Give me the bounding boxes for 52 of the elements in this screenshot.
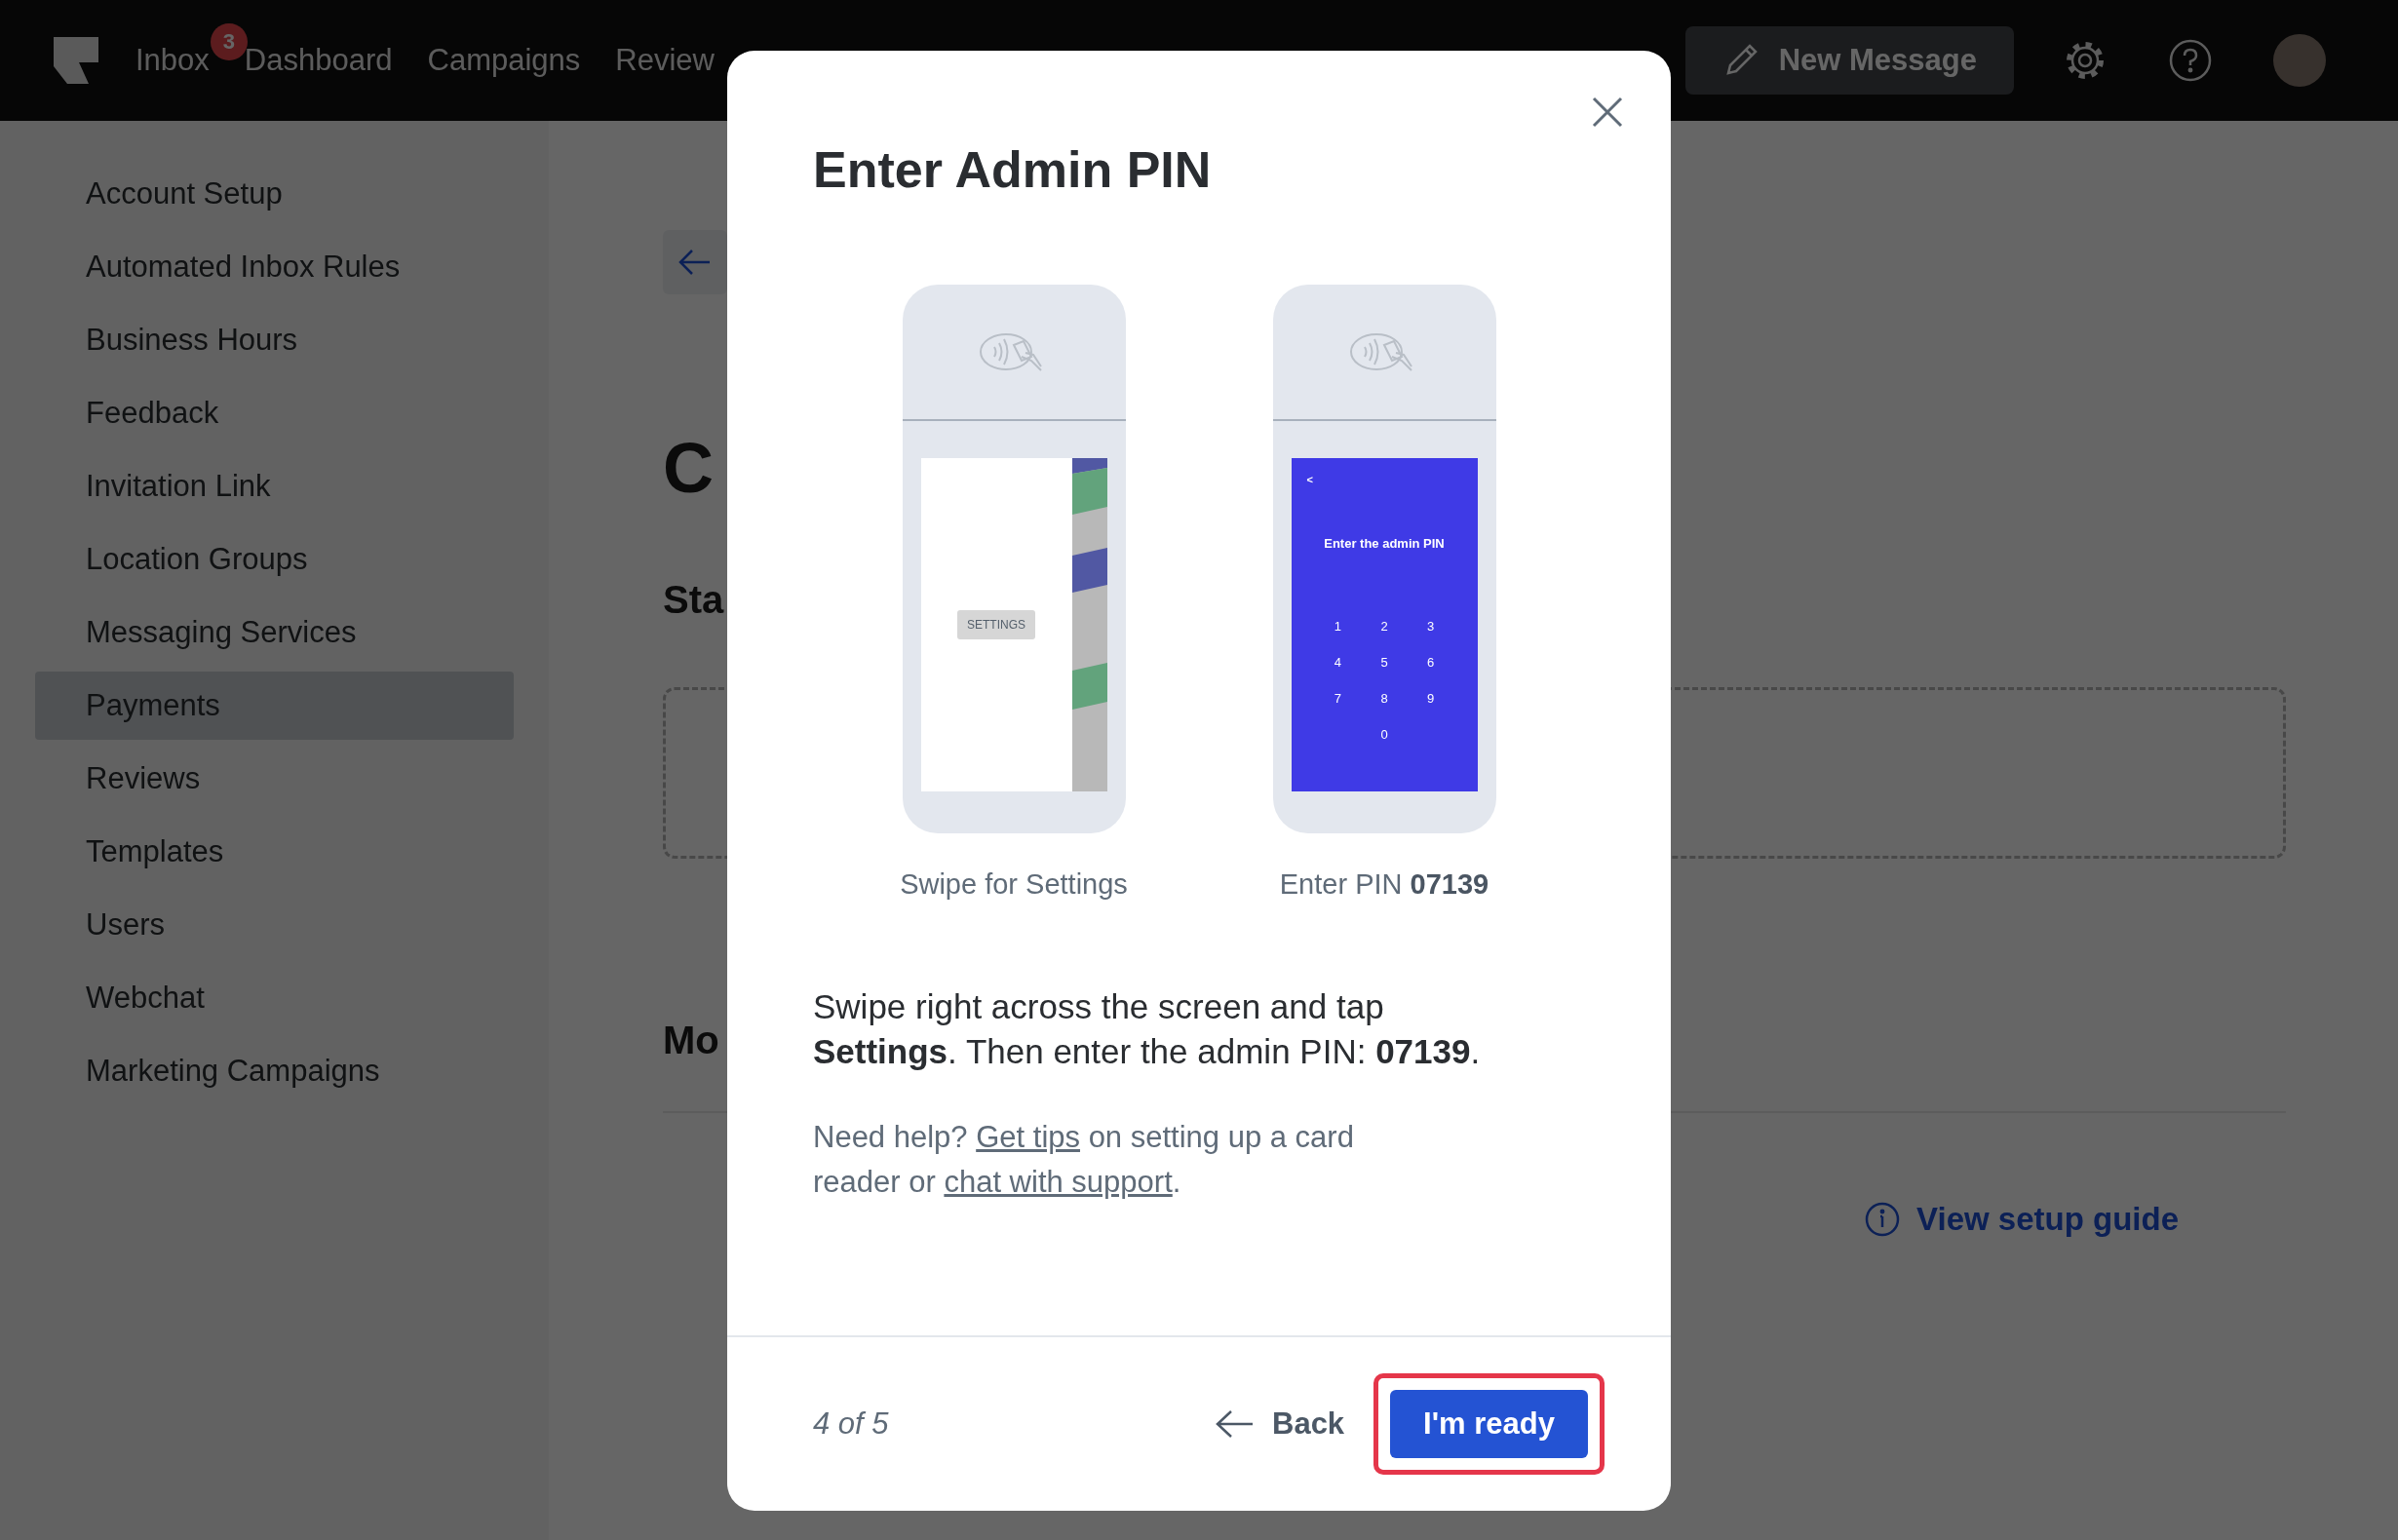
keypad-key: 5 bbox=[1361, 655, 1408, 670]
instruction-text: Swipe right across the screen and tap Settings. Then enter the admin PIN: 07139. bbox=[813, 986, 1482, 1072]
keypad-key: 7 bbox=[1314, 691, 1362, 706]
arrow-left-icon bbox=[1216, 1408, 1255, 1440]
keypad-key: 9 bbox=[1407, 691, 1454, 706]
setup-guide-link[interactable]: View setup guide bbox=[1864, 1201, 2179, 1238]
sidebar-item[interactable]: Users bbox=[35, 891, 514, 959]
page-heading: C bbox=[663, 428, 714, 508]
dialog-title: Enter Admin PIN bbox=[813, 140, 1213, 199]
sidebar-item[interactable]: Payments bbox=[35, 672, 514, 740]
keypad-key: 2 bbox=[1361, 619, 1408, 634]
sidebar-item[interactable]: Automated Inbox Rules bbox=[35, 233, 514, 301]
screen-back-label: < bbox=[1306, 474, 1314, 485]
nav-link[interactable]: Inbox bbox=[135, 43, 210, 77]
section-heading: Sta bbox=[663, 578, 724, 622]
sidebar-item[interactable]: Feedback bbox=[35, 379, 514, 447]
arrow-left-icon bbox=[678, 248, 712, 277]
sidebar-item[interactable]: Marketing Campaigns bbox=[35, 1037, 514, 1105]
keypad-key: 3 bbox=[1407, 619, 1454, 634]
keypad-key: 4 bbox=[1314, 655, 1362, 670]
step-caption: Enter PIN 07139 bbox=[1279, 868, 1489, 901]
keypad-key: 1 bbox=[1314, 619, 1362, 634]
help-link[interactable]: Get tips bbox=[976, 1120, 1080, 1154]
sidebar-item[interactable]: Business Hours bbox=[35, 306, 514, 374]
ready-button[interactable]: I'm ready bbox=[1390, 1390, 1588, 1458]
sidebar-item[interactable]: Webchat bbox=[35, 964, 514, 1032]
logo-icon bbox=[54, 37, 98, 84]
keypad-key: 0 bbox=[1361, 727, 1408, 742]
nav-link[interactable]: Campaigns bbox=[427, 43, 581, 77]
sidebar-item[interactable]: Messaging Services bbox=[35, 598, 514, 667]
sidebar-item[interactable]: Account Setup bbox=[35, 160, 514, 228]
sidebar-item[interactable]: Invitation Link bbox=[35, 452, 514, 520]
back-button[interactable] bbox=[663, 230, 727, 294]
count-badge: 3 bbox=[210, 23, 248, 60]
back-button[interactable]: Back bbox=[1216, 1406, 1345, 1442]
help-link[interactable]: chat with support bbox=[944, 1165, 1173, 1199]
keypad-key: 6 bbox=[1407, 655, 1454, 670]
sidebar-item[interactable]: Reviews bbox=[35, 745, 514, 813]
step-caption: Swipe for Settings bbox=[900, 868, 1128, 901]
close-icon[interactable] bbox=[1591, 96, 1624, 129]
help-text: Need help? Get tips on setting up a card reader or chat with support. bbox=[813, 1119, 1355, 1201]
sidebar-item[interactable]: Location Groups bbox=[35, 525, 514, 594]
help-icon[interactable] bbox=[2168, 38, 2213, 83]
keypad-key: 8 bbox=[1361, 691, 1408, 706]
nav-link[interactable]: Review bbox=[615, 43, 715, 77]
step-counter: 4 of 5 bbox=[813, 1406, 890, 1442]
screen-title: Enter the admin PIN bbox=[1323, 536, 1446, 551]
sidebar-item[interactable]: Templates bbox=[35, 818, 514, 886]
info-icon bbox=[1864, 1201, 1902, 1238]
section-heading: Mo bbox=[663, 1019, 719, 1062]
new-message-button[interactable]: New Message bbox=[1684, 26, 2014, 95]
settings-label: SETTINGS bbox=[957, 610, 1035, 639]
